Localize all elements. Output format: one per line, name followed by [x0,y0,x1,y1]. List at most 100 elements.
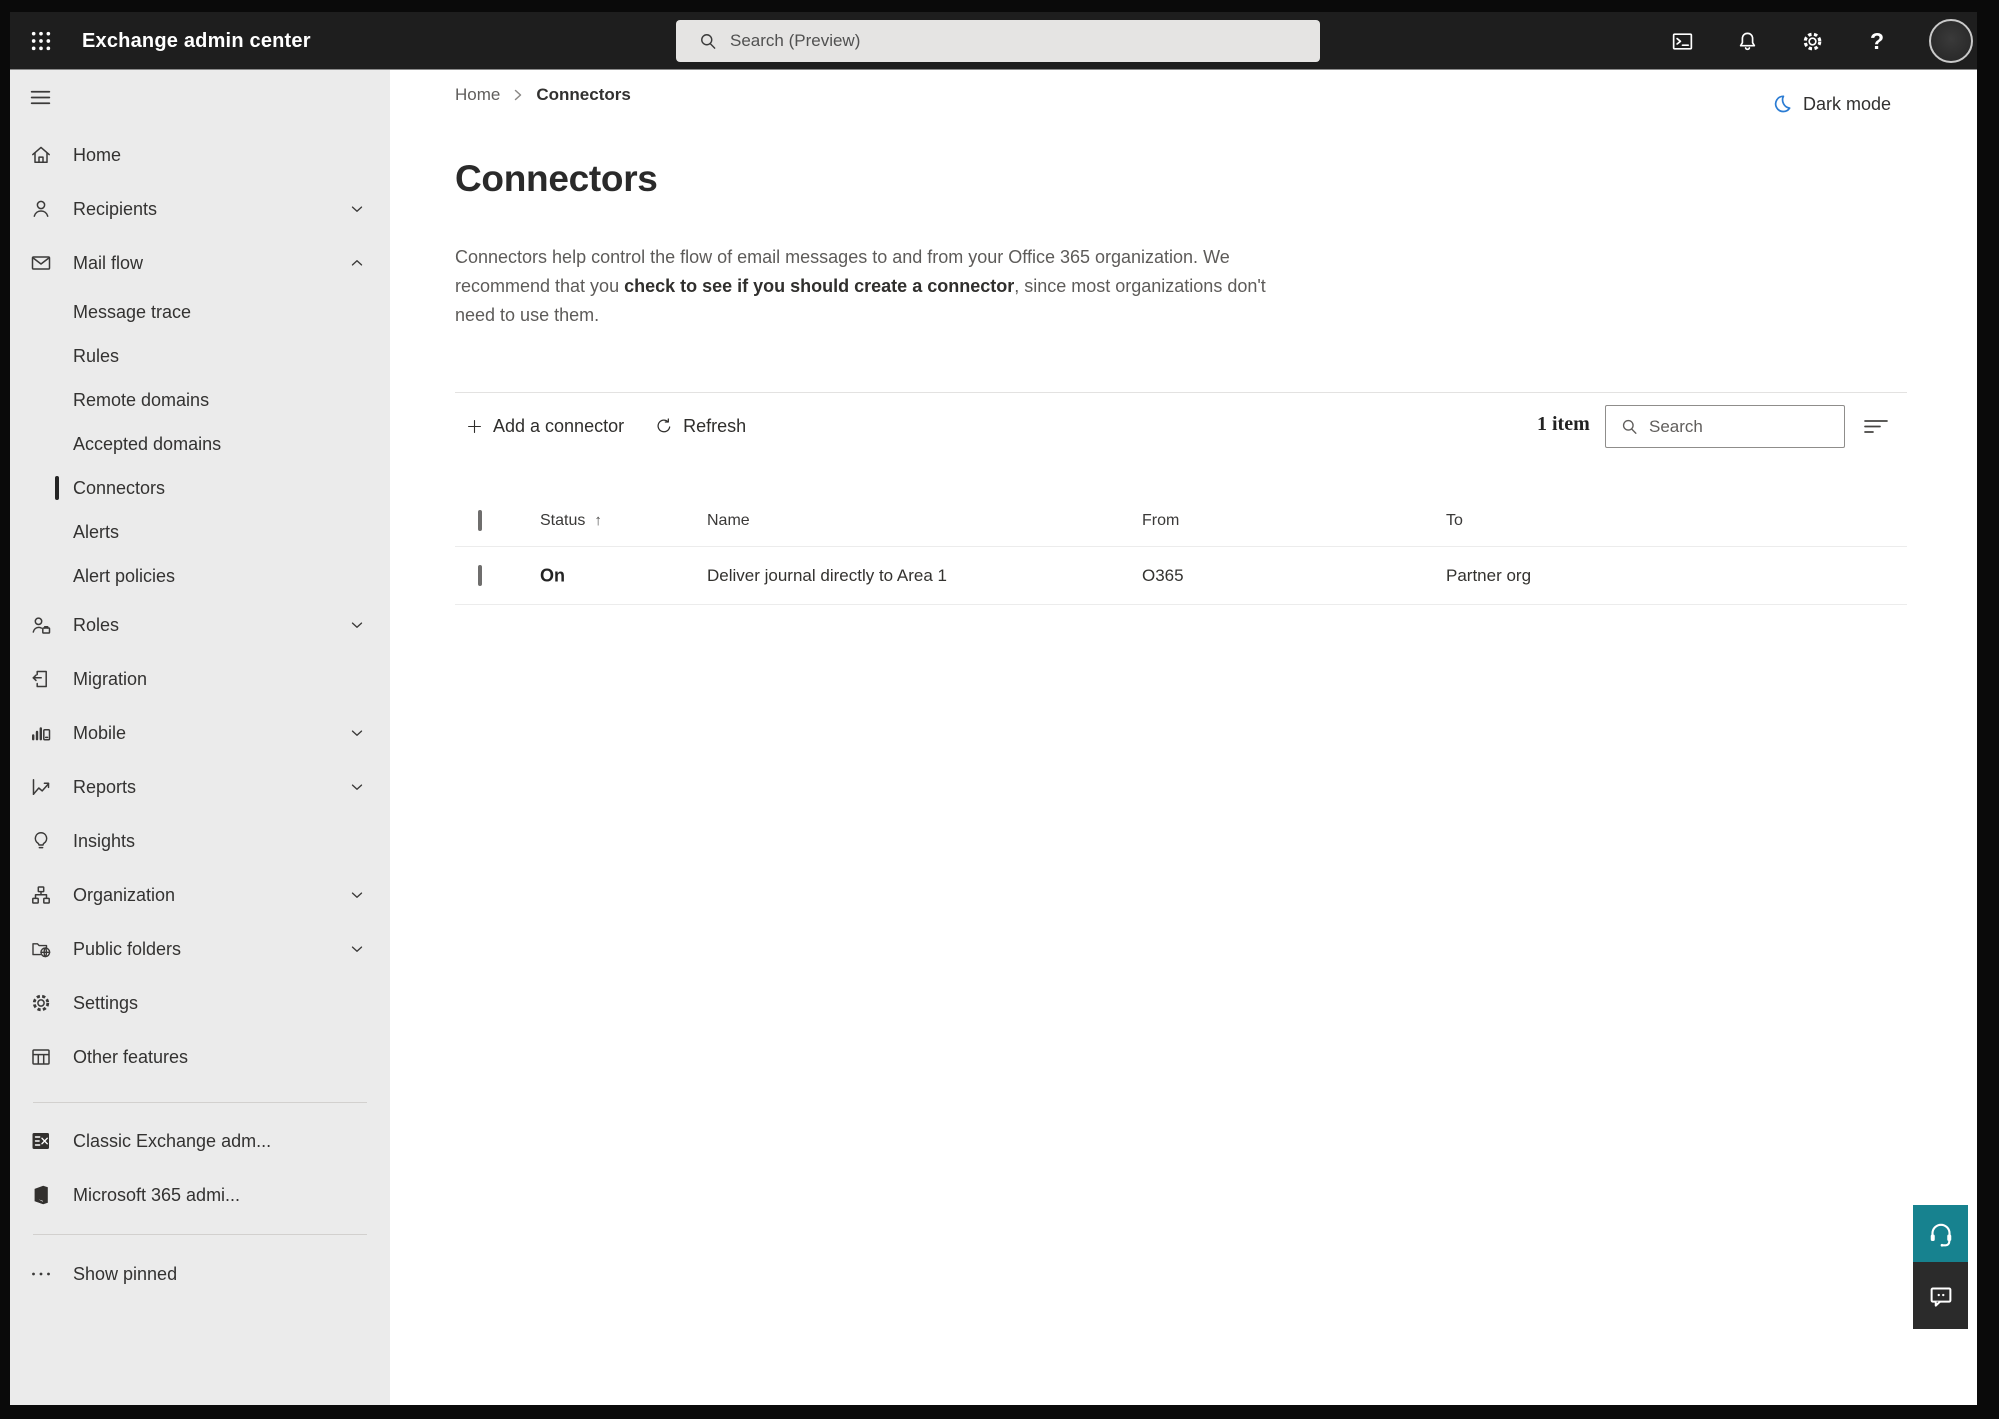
reports-icon [28,774,54,800]
sidebar-item-remote-domains[interactable]: Remote domains [10,378,390,422]
connector-to: Partner org [1446,565,1532,585]
sidebar-item-accepted-domains[interactable]: Accepted domains [10,422,390,466]
description-line: , since most organizations don't [1014,276,1266,296]
gear-icon [28,990,54,1016]
breadcrumb-home-link[interactable]: Home [455,85,500,105]
feedback-bubble-icon [1930,1287,1951,1307]
breadcrumb-chevron-icon [515,89,522,101]
help-icon[interactable]: ? [1864,28,1890,54]
add-connector-label: Add a connector [493,415,625,436]
list-search-input[interactable] [1649,416,1819,437]
sidebar-item-label: Roles [73,614,120,635]
select-all-checkbox[interactable] [478,509,482,531]
sidebar-item-insights[interactable]: Insights [10,814,390,868]
search-icon [701,34,716,49]
sidebar-item-label: Organization [73,884,176,905]
sidebar-item-rules[interactable]: Rules [10,334,390,378]
sidebar-item-label: Microsoft 365 admi... [73,1184,241,1205]
refresh-label: Refresh [683,415,747,436]
lightbulb-icon [28,828,54,854]
account-avatar[interactable] [1929,19,1973,63]
chevron-down-icon [348,940,366,958]
sidebar-item-label: Migration [73,668,148,689]
sidebar-item-microsoft-365-admin[interactable]: Microsoft 365 admi... [10,1168,390,1222]
sidebar-item-mail-flow[interactable]: Mail flow [10,236,390,290]
table-icon [28,1044,54,1070]
chevron-down-icon [348,778,366,796]
global-search-box[interactable] [676,20,1320,62]
exchange-logo [28,1128,54,1154]
sidebar-item-mobile[interactable]: Mobile [10,706,390,760]
sidebar-item-label: Mobile [73,722,127,743]
list-search-box[interactable] [1605,405,1845,448]
gear-icon[interactable] [1799,28,1825,54]
breadcrumb: Home Connectors [455,85,631,105]
sidebar-item-show-pinned[interactable]: Show pinned [10,1247,390,1301]
column-header-from[interactable]: From [1142,512,1179,530]
headset-icon [1930,1223,1951,1247]
main-content: Home Connectors Dark mode Connectors Con… [390,70,1977,1405]
sidebar-item-home[interactable]: Home [10,128,390,182]
migration-icon [28,666,54,692]
sidebar-item-classic-exchange-admin[interactable]: Classic Exchange adm... [10,1114,390,1168]
sidebar-item-other-features[interactable]: Other features [10,1030,390,1084]
sidebar-item-message-trace[interactable]: Message trace [10,290,390,334]
feedback-button[interactable] [1913,1262,1968,1329]
filter-lines-icon[interactable] [1861,411,1891,441]
description-emphasis: check to see if you should create a conn… [624,276,1015,296]
sidebar-item-recipients[interactable]: Recipients [10,182,390,236]
page-description: Connectors help control the flow of emai… [455,243,1355,330]
roles-icon [28,612,54,638]
sidebar-item-organization[interactable]: Organization [10,868,390,922]
sidebar-item-label: Recipients [73,198,158,219]
chevron-down-icon [348,616,366,634]
search-icon [1622,419,1637,434]
description-line: Connectors help control the flow of emai… [455,247,1230,267]
sidebar-item-label: Public folders [73,938,182,959]
chevron-down-icon [348,724,366,742]
sidebar-item-reports[interactable]: Reports [10,760,390,814]
sidebar-item-settings[interactable]: Settings [10,976,390,1030]
add-connector-button[interactable]: Add a connector [465,416,624,437]
description-line: need to use them. [455,305,600,325]
chevron-down-icon [348,200,366,218]
sidebar-item-alerts[interactable]: Alerts [10,510,390,554]
sidebar-item-connectors[interactable]: Connectors [10,466,390,510]
sidebar-item-roles[interactable]: Roles [10,598,390,652]
chevron-up-icon [348,254,366,272]
sidebar-item-public-folders[interactable]: Public folders [10,922,390,976]
sidebar-item-migration[interactable]: Migration [10,652,390,706]
plus-icon [468,419,481,433]
sidebar-item-label: Insights [73,830,136,851]
folder-globe-icon [28,936,54,962]
item-count: 1 item [1537,413,1590,435]
table-row[interactable]: On Deliver journal directly to Area 1 O3… [455,547,1907,605]
sidebar-divider [33,1102,367,1103]
refresh-button[interactable]: Refresh [654,416,746,437]
column-header-to[interactable]: To [1446,512,1463,530]
person-icon [28,196,54,222]
support-button[interactable] [1913,1205,1968,1262]
sidebar-item-alert-policies[interactable]: Alert policies [10,554,390,598]
sidebar-nav: Home Recipients Mail flow Message trace … [10,70,390,1405]
column-header-name[interactable]: Name [707,512,750,530]
home-icon [28,142,54,168]
connector-name[interactable]: Deliver journal directly to Area 1 [707,566,947,586]
top-bar: Exchange admin center ? [10,12,1977,70]
terminal-icon[interactable] [1669,28,1695,54]
row-checkbox[interactable] [478,564,482,586]
sidebar-item-label: Message trace [73,301,192,322]
column-header-status[interactable]: Status ↑ [540,512,602,530]
bell-icon[interactable] [1734,28,1760,54]
dark-mode-toggle[interactable]: Dark mode [1770,92,1891,116]
sidebar-item-label: Mail flow [73,252,144,273]
sidebar-item-label: Classic Exchange adm... [73,1130,272,1151]
sidebar-nav-list: Home Recipients Mail flow Message trace … [10,128,390,1301]
m365-logo [28,1182,54,1208]
connector-status: On [540,565,565,585]
moon-icon [1774,95,1791,113]
hamburger-menu-icon[interactable] [28,85,54,111]
app-launcher-waffle-icon[interactable] [28,28,54,54]
sidebar-item-label: Home [73,144,122,165]
global-search-input[interactable] [730,31,1270,51]
